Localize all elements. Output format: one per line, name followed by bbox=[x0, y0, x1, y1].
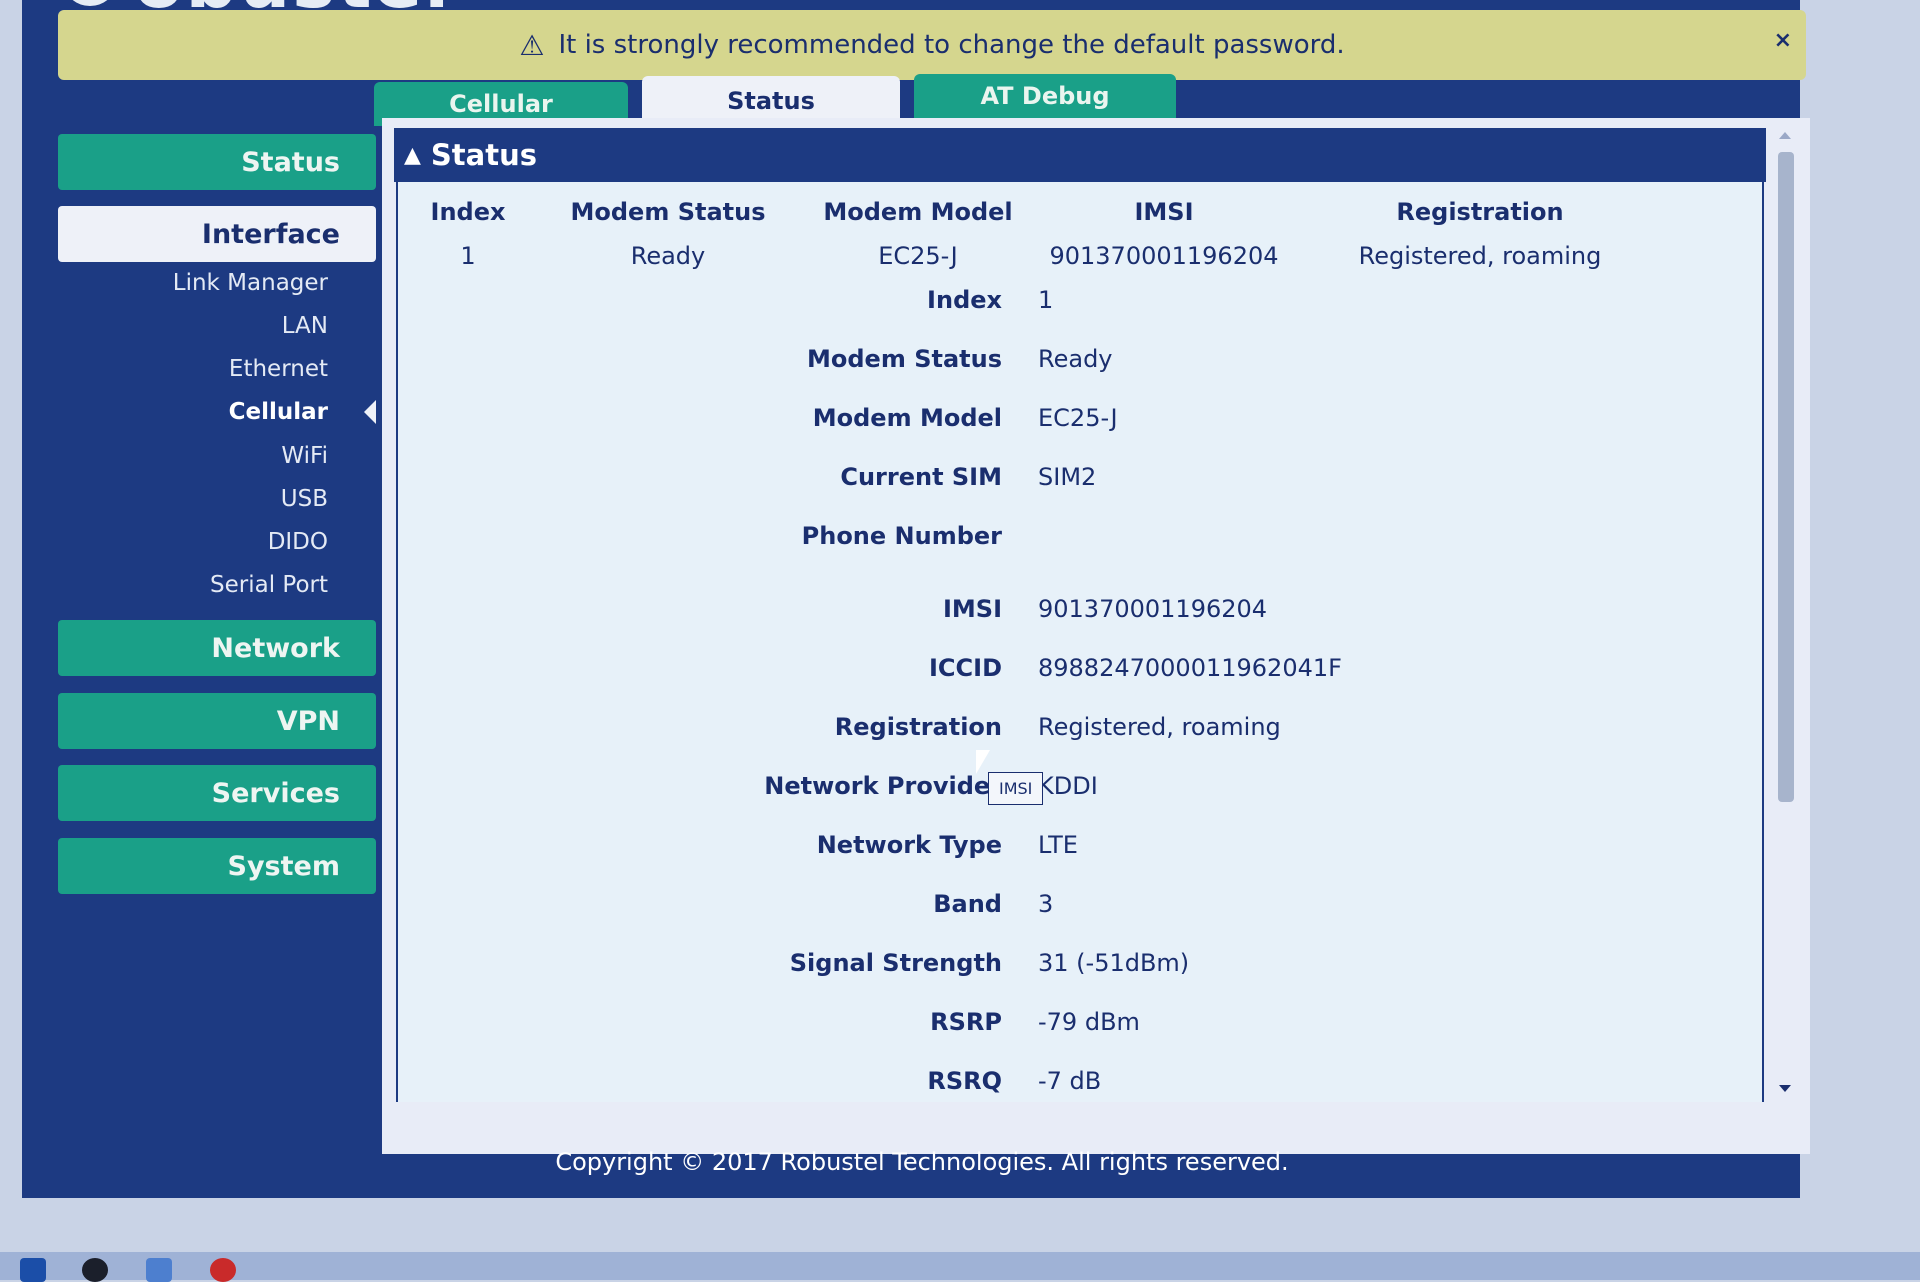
detail-value: LTE bbox=[1038, 831, 1078, 859]
app-icon[interactable] bbox=[146, 1258, 172, 1282]
detail-value: Registered, roaming bbox=[1038, 713, 1281, 741]
sidebar-item-interface[interactable]: Interface bbox=[58, 206, 376, 262]
sidebar-subitem-serial-port[interactable]: Serial Port bbox=[210, 572, 328, 598]
sidebar-item-vpn[interactable]: VPN bbox=[58, 693, 376, 749]
detail-label: Index bbox=[927, 286, 1002, 314]
scroll-down-icon[interactable] bbox=[1779, 1085, 1791, 1092]
detail-value: -79 dBm bbox=[1038, 1008, 1140, 1036]
detail-row: Modem Status Ready bbox=[398, 345, 1762, 385]
table-cell: 1 bbox=[460, 242, 476, 270]
detail-label: RSRP bbox=[930, 1008, 1002, 1036]
detail-label: RSRQ bbox=[927, 1067, 1002, 1095]
detail-label: Registration bbox=[834, 713, 1002, 741]
detail-row: Signal Strength 31 (-51dBm) bbox=[398, 949, 1762, 989]
sidebar-subitem-dido[interactable]: DIDO bbox=[268, 529, 328, 555]
detail-value: Ready bbox=[1038, 345, 1113, 373]
detail-label: Phone Number bbox=[801, 522, 1002, 550]
detail-row: Network Type LTE bbox=[398, 831, 1762, 871]
detail-row: Index 1 bbox=[398, 286, 1762, 326]
chrome-icon[interactable] bbox=[210, 1258, 236, 1282]
sidebar-subitem-lan[interactable]: LAN bbox=[282, 313, 328, 339]
sidebar-item-status[interactable]: Status bbox=[58, 134, 376, 190]
sidebar-subitem-cellular[interactable]: Cellular bbox=[229, 399, 328, 425]
terminal-icon[interactable] bbox=[20, 1258, 46, 1282]
detail-value: -7 dB bbox=[1038, 1067, 1102, 1095]
table-cell: Registered, roaming bbox=[1358, 242, 1602, 270]
column-header-index: Index bbox=[430, 198, 506, 226]
copyright-footer: Copyright © 2017 Robustel Technologies. … bbox=[555, 1148, 1289, 1176]
tab-at-debug[interactable]: AT Debug bbox=[914, 74, 1176, 118]
selected-pointer bbox=[364, 400, 376, 424]
sidebar-subitem-ethernet[interactable]: Ethernet bbox=[229, 356, 328, 382]
detail-row: IMSI 901370001196204 bbox=[398, 595, 1762, 635]
panel-title: Status bbox=[430, 138, 538, 172]
content-area: ▲ Status Index Modem Status Modem Model … bbox=[382, 118, 1810, 1154]
sidebar-subitem-wifi[interactable]: WiFi bbox=[281, 443, 328, 469]
table-row[interactable]: 1 Ready EC25-J 901370001196204 Registere… bbox=[398, 234, 1762, 278]
taskbar bbox=[0, 1252, 1920, 1282]
table-header: Index Modem Status Modem Model IMSI Regi… bbox=[398, 190, 1762, 234]
detail-value: 1 bbox=[1038, 286, 1054, 314]
detail-row: ICCID 8988247000011962041F bbox=[398, 654, 1762, 694]
scroll-thumb[interactable] bbox=[1778, 152, 1794, 802]
sidebar-subitem-link-manager[interactable]: Link Manager bbox=[173, 270, 328, 296]
column-header-modem-status: Modem Status bbox=[570, 198, 766, 226]
detail-value: 31 (-51dBm) bbox=[1038, 949, 1190, 977]
detail-value: 8988247000011962041F bbox=[1038, 654, 1342, 682]
detail-label: IMSI bbox=[942, 595, 1002, 623]
column-header-imsi: IMSI bbox=[1134, 198, 1194, 226]
detail-label: ICCID bbox=[928, 654, 1002, 682]
table-cell: Ready bbox=[630, 242, 706, 270]
detail-value: SIM2 bbox=[1038, 463, 1097, 491]
logo-text: obustel bbox=[134, 0, 451, 18]
detail-row: Modem Model EC25-J bbox=[398, 404, 1762, 444]
column-header-modem-model: Modem Model bbox=[823, 198, 1013, 226]
status-panel-header[interactable]: ▲ Status bbox=[394, 128, 1766, 182]
close-icon[interactable]: × bbox=[1774, 28, 1792, 53]
logo-ring-icon bbox=[62, 0, 118, 6]
imsi-tooltip: IMSI bbox=[988, 772, 1044, 805]
detail-label: Modem Model bbox=[812, 404, 1002, 432]
detail-label: Network Provider bbox=[764, 772, 1002, 800]
browser-icon[interactable] bbox=[82, 1258, 108, 1282]
detail-row: Band 3 bbox=[398, 890, 1762, 930]
mouse-cursor-icon bbox=[976, 750, 990, 774]
detail-value: 3 bbox=[1038, 890, 1054, 918]
detail-row: Current SIM SIM2 bbox=[398, 463, 1762, 503]
detail-row: Network Provider KDDI bbox=[398, 772, 1762, 812]
status-panel-body: Index Modem Status Modem Model IMSI Regi… bbox=[396, 182, 1764, 1102]
sidebar-item-system[interactable]: System bbox=[58, 838, 376, 894]
detail-row: Phone Number bbox=[398, 522, 1762, 562]
detail-label: Network Type bbox=[816, 831, 1002, 859]
sidebar-item-services[interactable]: Services bbox=[58, 765, 376, 821]
detail-value: KDDI bbox=[1038, 772, 1098, 800]
password-warning-banner: ⚠ It is strongly recommended to change t… bbox=[58, 10, 1806, 80]
sidebar-subitem-usb[interactable]: USB bbox=[281, 486, 328, 512]
table-cell: 901370001196204 bbox=[1049, 242, 1279, 270]
scroll-up-icon[interactable] bbox=[1779, 132, 1791, 139]
app-window: obustel ⚠ It is strongly recommended to … bbox=[22, 0, 1810, 1198]
detail-label: Modem Status bbox=[807, 345, 1002, 373]
warning-message: It is strongly recommended to change the… bbox=[558, 30, 1345, 60]
detail-row: RSRQ -7 dB bbox=[398, 1067, 1762, 1102]
detail-row: RSRP -79 dBm bbox=[398, 1008, 1762, 1048]
column-header-registration: Registration bbox=[1396, 198, 1564, 226]
warning-icon: ⚠ bbox=[519, 28, 545, 62]
vertical-scrollbar[interactable] bbox=[1776, 132, 1794, 1092]
detail-value: 901370001196204 bbox=[1038, 595, 1268, 623]
sidebar-item-network[interactable]: Network bbox=[58, 620, 376, 676]
detail-row: Registration Registered, roaming bbox=[398, 713, 1762, 753]
detail-label: Current SIM bbox=[840, 463, 1002, 491]
chevron-up-icon: ▲ bbox=[404, 142, 421, 168]
detail-label: Signal Strength bbox=[789, 949, 1002, 977]
detail-label: Band bbox=[933, 890, 1002, 918]
table-cell: EC25-J bbox=[878, 242, 958, 270]
detail-value: EC25-J bbox=[1038, 404, 1118, 432]
